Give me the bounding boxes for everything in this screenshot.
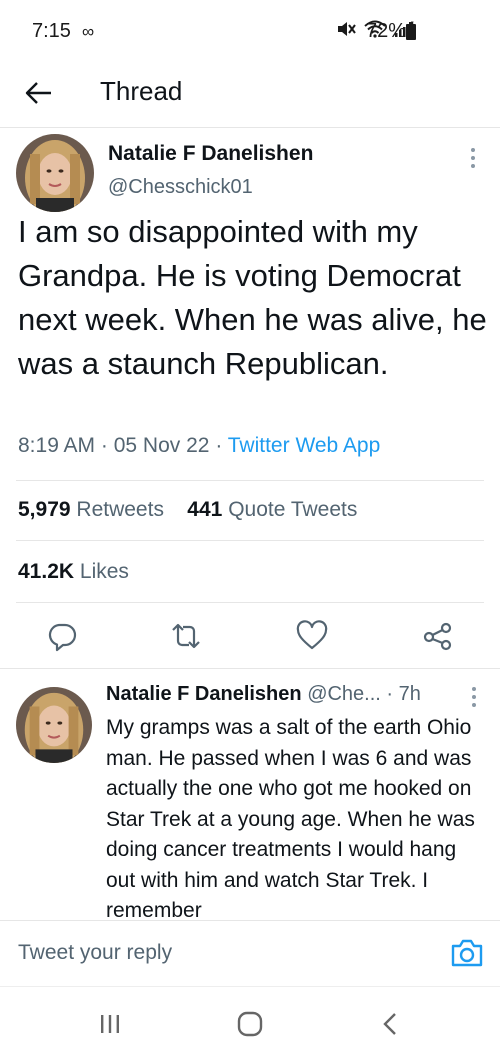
reply-icon[interactable] [46, 620, 78, 652]
meta-separator: · [215, 434, 228, 457]
recents-icon [101, 1015, 119, 1033]
reply-composer [0, 920, 500, 986]
reply-author-handle[interactable]: @Che... [307, 683, 381, 705]
tweet-time: 8:19 AM [18, 434, 96, 457]
retweets-label: Retweets [76, 498, 164, 521]
home-icon [237, 1011, 263, 1037]
reply-input[interactable] [18, 941, 418, 965]
avatar[interactable] [16, 134, 94, 212]
nav-back-button[interactable] [370, 1009, 410, 1039]
arrow-left-icon [25, 82, 51, 104]
retweet-icon[interactable] [170, 620, 202, 652]
camera-icon[interactable] [450, 937, 484, 969]
status-time: 7:15 [32, 20, 71, 42]
likes-label: Likes [79, 560, 129, 583]
tweet-date: 05 Nov 22 [113, 434, 210, 457]
likes-count: 41.2K [18, 560, 75, 583]
reply-tweet[interactable]: Natalie F Danelishen @Che... · 7h My gra… [0, 668, 500, 920]
likes-stats[interactable]: 41.2K Likes [18, 560, 129, 584]
back-chevron-icon [383, 1013, 396, 1035]
battery-icon [406, 22, 416, 40]
reply-age: 7h [398, 683, 421, 705]
quotes-stat[interactable]: 441 Quote Tweets [187, 498, 357, 521]
system-nav-bar [0, 986, 500, 1057]
divider [16, 602, 484, 603]
status-bar: 7:15 ∞ 72% [0, 0, 500, 62]
author-name[interactable]: Natalie F Danelishen [108, 142, 313, 166]
quotes-count: 441 [187, 498, 223, 521]
author-handle[interactable]: @Chesschick01 [108, 176, 253, 199]
tweet-actions [0, 612, 500, 658]
retweets-count: 5,979 [18, 498, 71, 521]
quotes-label: Quote Tweets [228, 498, 358, 521]
meta-separator: · [100, 434, 114, 457]
back-button[interactable] [22, 76, 56, 110]
retweets-stat[interactable]: 5,979 Retweets [18, 498, 164, 521]
more-vertical-icon[interactable] [463, 146, 483, 170]
avatar-image [16, 687, 92, 763]
nav-recents-button[interactable] [90, 1009, 130, 1039]
voicemail-icon: ∞ [82, 22, 95, 41]
reply-text: My gramps was a salt of the earth Ohio m… [106, 716, 475, 920]
reply-author-name[interactable]: Natalie F Danelishen [106, 683, 302, 705]
nav-home-button[interactable] [230, 1009, 270, 1039]
divider [16, 540, 484, 541]
reply-header: Natalie F Danelishen @Che... · 7h [106, 683, 421, 706]
page-title: Thread [100, 76, 183, 106]
heart-icon[interactable] [296, 620, 328, 652]
battery-percent: 72% [366, 20, 407, 42]
thread-header: Thread [0, 62, 500, 128]
more-vertical-icon[interactable] [466, 685, 482, 709]
tweet-text: I am so disappointed with my Grandpa. He… [18, 214, 487, 381]
divider [16, 480, 484, 481]
retweet-stats: 5,979 Retweets 441 Quote Tweets [18, 498, 357, 522]
avatar[interactable] [16, 687, 92, 763]
mute-icon [338, 22, 356, 36]
tweet-meta: 8:19 AM · 05 Nov 22 · Twitter Web App [18, 434, 380, 458]
avatar-image [16, 134, 94, 212]
share-icon[interactable] [422, 620, 454, 652]
tweet-client-link[interactable]: Twitter Web App [228, 434, 381, 457]
meta-separator: · [386, 683, 399, 705]
